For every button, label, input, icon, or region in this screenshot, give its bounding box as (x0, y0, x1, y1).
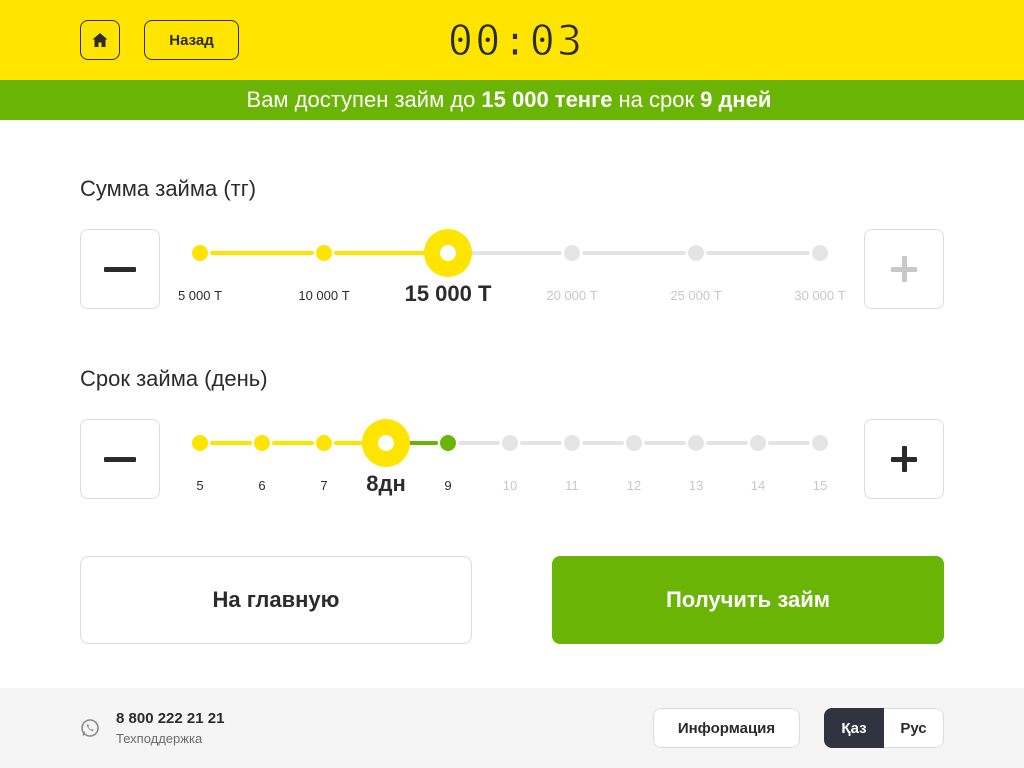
term-slider-stop[interactable] (254, 435, 270, 451)
term-tick-label: 15 (812, 478, 828, 493)
term-decrease-button[interactable] (80, 419, 160, 499)
amount-tick-label: 30 000 Т (794, 288, 846, 303)
term-slider[interactable]: 5 6 7 8дн 9 10 11 12 13 14 15 (190, 419, 830, 499)
term-slider-stop[interactable] (440, 435, 456, 451)
term-slider-stop[interactable] (750, 435, 766, 451)
amount-track-segment (706, 251, 810, 255)
term-tick-label: 11 (565, 478, 579, 493)
amount-slider-stop[interactable] (564, 245, 580, 261)
term-tick-label: 14 (750, 478, 766, 493)
term-slider-stop[interactable] (316, 435, 332, 451)
term-track-segment (458, 441, 500, 445)
amount-slider-stop[interactable] (192, 245, 208, 261)
banner-amount: 15 000 тенге (481, 87, 613, 112)
whatsapp-icon (81, 719, 99, 737)
amount-slider-stop[interactable] (688, 245, 704, 261)
amount-slider[interactable]: 5 000 Т 10 000 Т 15 000 Т 20 000 Т 25 000 Т 3… (178, 229, 846, 309)
term-track-segment (768, 441, 810, 445)
home-button[interactable] (80, 20, 120, 60)
go-home-button[interactable]: На главную (80, 556, 472, 644)
term-track-segment (582, 441, 624, 445)
term-track-segment (706, 441, 748, 445)
term-slider-stop[interactable] (502, 435, 518, 451)
amount-track-segment (334, 251, 438, 255)
amount-tick-label: 15 000 Т (404, 281, 492, 306)
amount-track-segment (582, 251, 686, 255)
term-tick-label: 5 (196, 478, 204, 493)
term-slider-stop[interactable] (688, 435, 704, 451)
home-icon (92, 33, 108, 47)
lang-rus-button[interactable]: Рус (884, 708, 944, 748)
term-track-segment (272, 441, 314, 445)
amount-tick-label: 5 000 Т (177, 288, 223, 303)
amount-slider-knob[interactable] (424, 229, 472, 277)
amount-tick-label: 25 000 Т (670, 288, 722, 303)
term-tick-label: 8дн (366, 471, 406, 496)
banner-prefix: Вам доступен займ до (246, 87, 476, 112)
lang-kaz-button[interactable]: Қаз (824, 708, 884, 748)
term-section-title: Срок займа (день) (80, 366, 268, 391)
get-loan-button[interactable]: Получить займ (552, 556, 944, 644)
amount-tick-label: 10 000 Т (298, 288, 350, 303)
info-button[interactable]: Информация (653, 708, 800, 748)
minus-icon (104, 456, 136, 462)
term-track-segment (644, 441, 686, 445)
term-increase-button[interactable] (864, 419, 944, 499)
term-slider-stop[interactable] (812, 435, 828, 451)
amount-tick-label: 20 000 Т (546, 288, 598, 303)
term-tick-label: 7 (320, 478, 328, 493)
term-track-segment (210, 441, 252, 445)
header: Назад 00:03 (0, 0, 1024, 80)
support-label: Техподдержка (116, 731, 203, 746)
term-tick-label: 12 (626, 478, 642, 493)
amount-section-title: Сумма займа (тг) (80, 176, 257, 201)
term-slider-knob[interactable] (362, 419, 410, 467)
term-track-segment (520, 441, 562, 445)
term-tick-label: 10 (502, 478, 518, 493)
minus-icon (104, 266, 136, 272)
amount-knob-center (440, 245, 456, 261)
back-button[interactable]: Назад (144, 20, 239, 60)
countdown-timer: 00:03 (447, 15, 585, 65)
term-tick-label: 9 (444, 478, 452, 493)
banner-term: 9 дней (700, 87, 772, 112)
banner-middle: на срок (618, 87, 695, 112)
term-slider-stop[interactable] (192, 435, 208, 451)
support-phone: 8 800 222 21 21 (116, 710, 225, 727)
term-tick-label: 13 (688, 478, 704, 493)
plus-icon (891, 446, 917, 472)
term-slider-stop[interactable] (564, 435, 580, 451)
amount-track-segment (458, 251, 562, 255)
plus-icon (891, 256, 917, 282)
amount-increase-button[interactable] (864, 229, 944, 309)
amount-slider-stop[interactable] (316, 245, 332, 261)
term-knob-center (378, 435, 394, 451)
amount-track-segment (210, 251, 314, 255)
offer-banner: Вам доступен займ до 15 000 тенге на сро… (0, 80, 1024, 120)
term-slider-stop[interactable] (626, 435, 642, 451)
amount-decrease-button[interactable] (80, 229, 160, 309)
amount-slider-stop[interactable] (812, 245, 828, 261)
term-tick-label: 6 (258, 478, 266, 493)
